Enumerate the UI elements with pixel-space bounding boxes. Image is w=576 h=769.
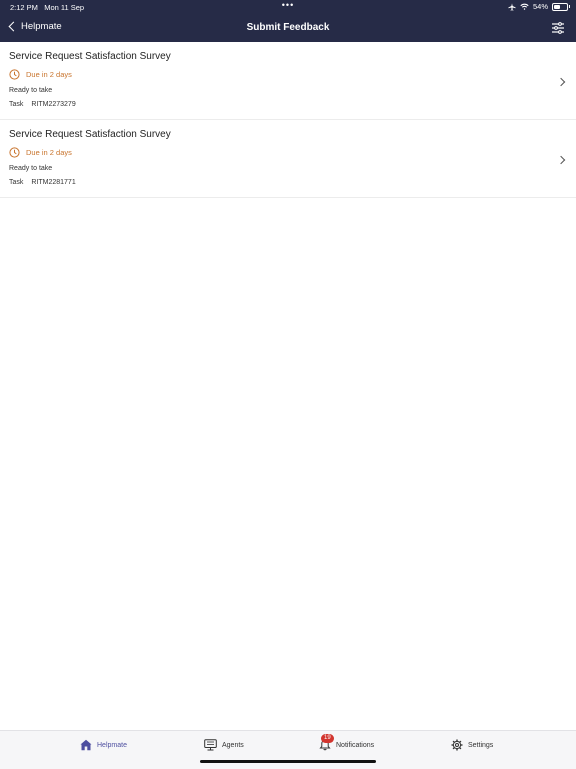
task-number: RITM2273279 bbox=[31, 101, 76, 108]
home-icon bbox=[80, 739, 92, 751]
filter-icon[interactable] bbox=[552, 22, 564, 34]
wifi-icon bbox=[520, 3, 529, 10]
due-info: Due in 2 days bbox=[9, 147, 72, 158]
chevron-right-icon bbox=[556, 77, 566, 87]
monitor-icon bbox=[204, 739, 217, 751]
page-title: Submit Feedback bbox=[246, 22, 330, 33]
tab-label: Settings bbox=[468, 741, 494, 749]
clock-icon bbox=[9, 69, 20, 80]
task-label: Task bbox=[9, 179, 24, 186]
due-info: Due in 2 days bbox=[9, 69, 72, 80]
tab-helpmate[interactable]: Helpmate bbox=[80, 739, 127, 751]
survey-item[interactable]: Service Request Satisfaction Survey Due … bbox=[0, 120, 576, 198]
due-label: Due in 2 days bbox=[26, 148, 72, 157]
top-bar: 2:12 PM Mon 11 Sep ••• 54% Helpmate Subm… bbox=[0, 0, 576, 42]
tab-agents[interactable]: Agents bbox=[204, 739, 244, 751]
task-label: Task bbox=[9, 101, 24, 108]
tab-notifications[interactable]: 19 Notifications bbox=[319, 734, 375, 751]
status-indicators: 54% bbox=[508, 2, 570, 11]
tab-settings[interactable]: Settings bbox=[451, 739, 493, 751]
survey-item[interactable]: Service Request Satisfaction Survey Due … bbox=[0, 42, 576, 120]
tab-label: Helpmate bbox=[97, 741, 127, 749]
multitasking-dots[interactable]: ••• bbox=[0, 0, 576, 10]
task-info: Task RITM2281771 bbox=[9, 179, 76, 186]
survey-title: Service Request Satisfaction Survey bbox=[9, 129, 171, 140]
survey-list: Service Request Satisfaction Survey Due … bbox=[0, 42, 576, 198]
chevron-right-icon bbox=[556, 155, 566, 165]
survey-title: Service Request Satisfaction Survey bbox=[9, 51, 171, 62]
tab-label: Notifications bbox=[336, 741, 375, 749]
home-indicator[interactable] bbox=[200, 760, 376, 763]
survey-status: Ready to take bbox=[9, 87, 53, 94]
task-info: Task RITM2273279 bbox=[9, 101, 76, 108]
battery-icon bbox=[552, 2, 570, 11]
airplane-icon bbox=[508, 2, 516, 11]
survey-status: Ready to take bbox=[9, 165, 53, 172]
clock-icon bbox=[9, 147, 20, 158]
gear-icon bbox=[451, 739, 463, 751]
task-number: RITM2281771 bbox=[31, 179, 76, 186]
battery-percentage: 54% bbox=[532, 2, 548, 11]
due-label: Due in 2 days bbox=[26, 70, 72, 79]
battery-fill bbox=[554, 4, 561, 9]
notification-badge: 19 bbox=[321, 734, 334, 743]
tab-bar: Helpmate Agents 19 Notifications Setting… bbox=[0, 730, 576, 769]
tab-label: Agents bbox=[222, 741, 244, 749]
